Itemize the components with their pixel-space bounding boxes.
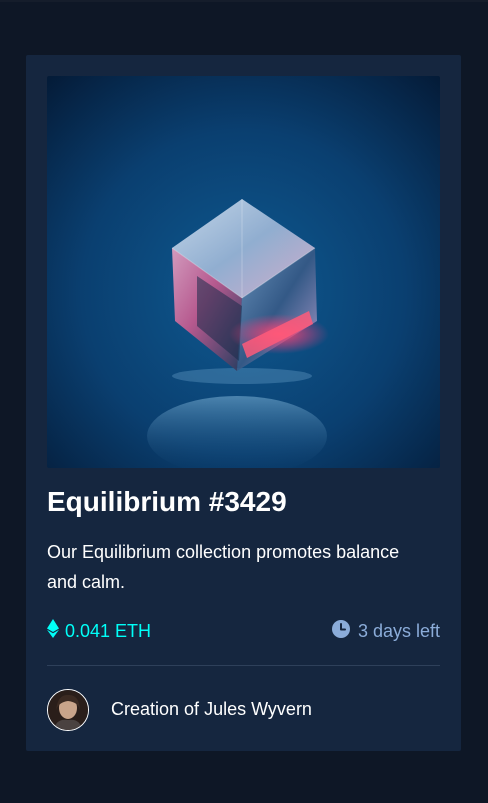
creator-credit: Creation of Jules Wyvern (111, 699, 312, 720)
creator-avatar (47, 688, 89, 731)
card-divider (47, 665, 440, 666)
time-left-text: 3 days left (357, 620, 440, 641)
ethereum-icon (47, 619, 59, 643)
price: 0.041 ETH (47, 617, 151, 645)
top-edge-line (0, 0, 488, 2)
nft-description: Our Equilibrium collection promotes bala… (47, 542, 400, 592)
price-value: 0.041 ETH (65, 620, 152, 641)
creator-row: Creation of Jules Wyvern (47, 688, 440, 731)
nft-title[interactable]: Equilibrium #3429 (47, 485, 440, 519)
nft-stats-row: 0.041 ETH 3 days left (47, 617, 440, 645)
time-remaining: 3 days left (331, 617, 440, 645)
creator-prefix: Creation of (111, 699, 200, 719)
creator-name-link[interactable]: Jules Wyvern (204, 699, 312, 719)
nft-preview-card: Equilibrium #3429 Our Equilibrium collec… (26, 55, 461, 751)
clock-icon (331, 619, 350, 643)
equilibrium-artwork-image[interactable] (47, 76, 440, 468)
